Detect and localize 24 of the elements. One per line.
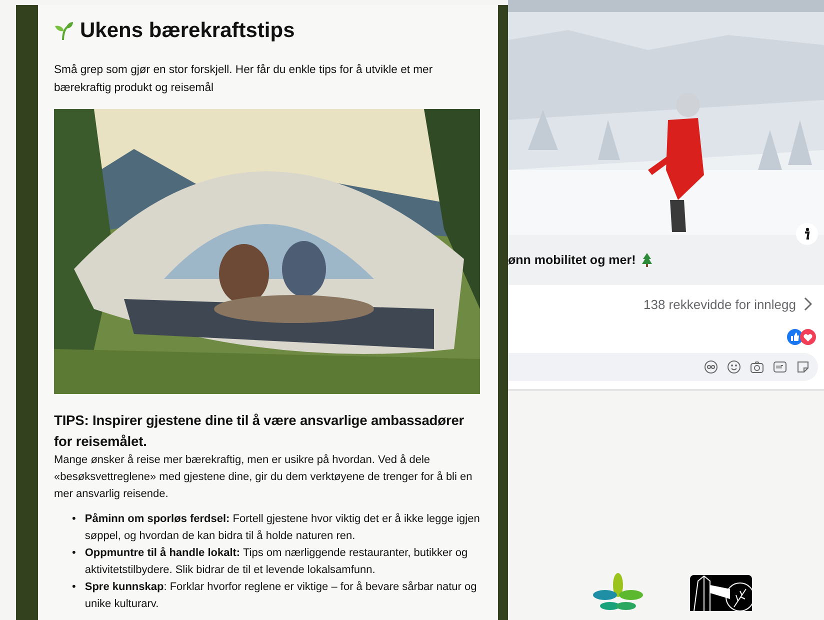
leaf-logo-icon <box>690 573 752 611</box>
tree-icon <box>642 253 652 267</box>
camera-icon[interactable] <box>750 360 764 374</box>
tip-item: Oppmuntre til å handle lokalt: Tips om nærliggende restauranter, butikker og aktivitetstilbydere. Slik bidrar de til et levende lokalsamfunn. <box>84 546 469 578</box>
tip-heading: TIPS: Inspirer gjestene dine til å være ansvarlige ambassadører for reisemålet. <box>54 412 466 451</box>
bullet-marker: • <box>72 546 76 561</box>
bullet-marker: • <box>72 580 76 595</box>
info-icon[interactable] <box>796 223 818 245</box>
tip-item: Påminn om sporløs ferdsel: Fortell gjestene hvor viktig det er å ikke legge igjen søppel, og hvordan de kan bidra til å holde naturen ren. <box>84 512 481 544</box>
avatar-icon[interactable] <box>704 360 718 374</box>
newsletter-title: Ukens bærekraftstips <box>80 19 295 43</box>
intro-text: Små grep som gjør en stor forskjell. Her får du enkle tips for å utvikle et mer bærekraftig produkt og reisemål <box>54 62 434 96</box>
gif-icon[interactable] <box>773 360 787 374</box>
body-text: Mange ønsker å reise mer bærekraftig, men er usikre på hvordan. Ved å dele «besøksvettreglene» med gjestene dine, gir du dem verktøyene de trenger for å bli en mer ansvarlig reisende. <box>54 453 474 502</box>
emoji-icon[interactable] <box>727 360 741 374</box>
reach-text[interactable]: 138 rekkevidde for innlegg <box>644 296 796 312</box>
comment-field[interactable] <box>508 353 818 381</box>
post-caption: ønn mobilitet og mer! <box>508 253 636 267</box>
sprout-icon <box>54 21 74 41</box>
tip-item: Spre kunnskap: Forklar hvorfor reglene er viktige – for å bevare sårbar natur og unike kulturarv. <box>84 580 478 612</box>
flower-logo-icon <box>590 573 646 611</box>
chevron-icon[interactable] <box>804 297 812 311</box>
bullet-marker: • <box>72 512 76 527</box>
sticker-icon[interactable] <box>796 360 810 374</box>
